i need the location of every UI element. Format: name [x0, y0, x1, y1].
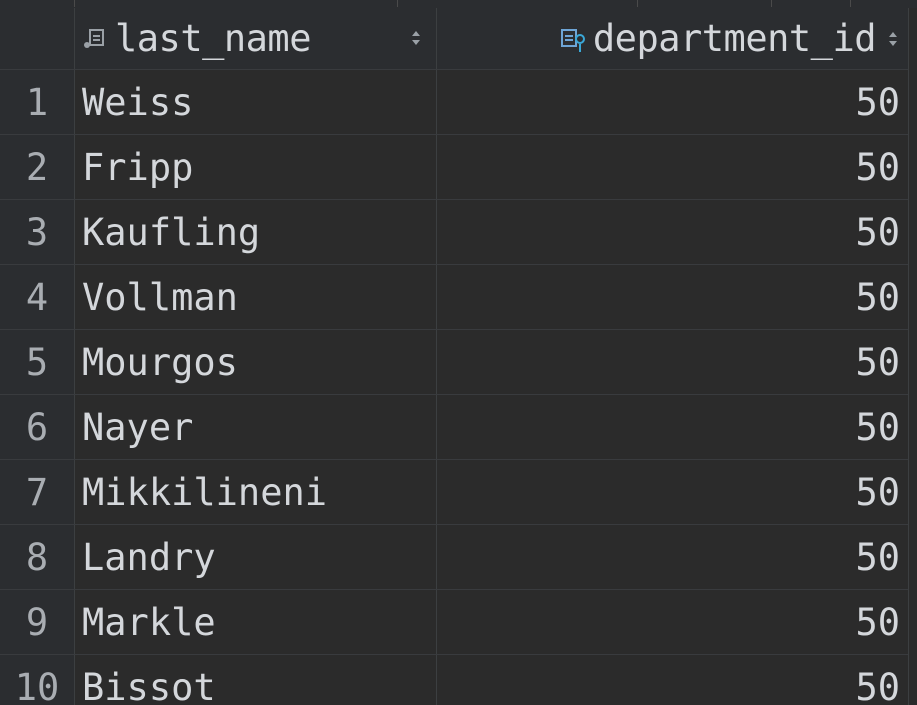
cell-last-name[interactable]: Markle	[74, 590, 436, 654]
cell-department-id[interactable]: 50	[436, 395, 908, 459]
row-number-header[interactable]	[0, 8, 74, 69]
cell-department-id[interactable]: 50	[436, 525, 908, 589]
result-grid: last_name department_id 1 Weiss 50 2 Fri…	[0, 0, 917, 705]
table-row[interactable]: 8 Landry 50	[0, 525, 917, 590]
cell-last-name[interactable]: Mikkilineni	[74, 460, 436, 524]
row-number[interactable]: 8	[0, 525, 74, 589]
grid-right-edge	[908, 8, 917, 705]
table-row[interactable]: 3 Kaufling 50	[0, 200, 917, 265]
column-divider	[397, 0, 398, 7]
cell-department-id[interactable]: 50	[436, 330, 908, 394]
cell-department-id[interactable]: 50	[436, 135, 908, 199]
row-number[interactable]: 5	[0, 330, 74, 394]
column-header-department-id[interactable]: department_id	[436, 8, 908, 69]
cell-department-id[interactable]: 50	[436, 200, 908, 264]
cell-last-name[interactable]: Bissot	[74, 655, 436, 705]
table-row[interactable]: 6 Nayer 50	[0, 395, 917, 460]
cell-department-id[interactable]: 50	[436, 70, 908, 134]
table-row[interactable]: 5 Mourgos 50	[0, 330, 917, 395]
row-number[interactable]: 9	[0, 590, 74, 654]
cell-last-name[interactable]: Nayer	[74, 395, 436, 459]
cell-last-name[interactable]: Landry	[74, 525, 436, 589]
column-divider	[637, 0, 638, 7]
row-number[interactable]: 1	[0, 70, 74, 134]
cell-last-name[interactable]: Kaufling	[74, 200, 436, 264]
cell-department-id[interactable]: 50	[436, 655, 908, 705]
table-row[interactable]: 2 Fripp 50	[0, 135, 917, 200]
row-number[interactable]: 2	[0, 135, 74, 199]
column-header-row: last_name department_id	[0, 8, 917, 70]
cell-department-id[interactable]: 50	[436, 265, 908, 329]
column-divider	[74, 0, 75, 7]
row-number[interactable]: 7	[0, 460, 74, 524]
cell-department-id[interactable]: 50	[436, 590, 908, 654]
row-number[interactable]: 4	[0, 265, 74, 329]
table-row[interactable]: 10 Bissot 50	[0, 655, 917, 705]
column-header-label: department_id	[592, 17, 877, 60]
key-column-icon	[559, 27, 589, 52]
cell-last-name[interactable]: Vollman	[74, 265, 436, 329]
column-icon	[81, 27, 109, 51]
row-number[interactable]: 6	[0, 395, 74, 459]
row-number[interactable]: 10	[0, 655, 74, 705]
sort-icon[interactable]	[888, 31, 898, 47]
sort-icon[interactable]	[411, 30, 421, 46]
cell-last-name[interactable]: Mourgos	[74, 330, 436, 394]
cell-last-name[interactable]: Fripp	[74, 135, 436, 199]
table-row[interactable]: 1 Weiss 50	[0, 70, 917, 135]
cell-department-id[interactable]: 50	[436, 460, 908, 524]
cell-last-name[interactable]: Weiss	[74, 70, 436, 134]
column-header-label: last_name	[115, 17, 311, 60]
table-row[interactable]: 7 Mikkilineni 50	[0, 460, 917, 525]
table-row[interactable]: 9 Markle 50	[0, 590, 917, 655]
column-divider	[771, 0, 772, 7]
column-header-last-name[interactable]: last_name	[74, 8, 436, 69]
column-divider	[850, 0, 851, 7]
table-row[interactable]: 4 Vollman 50	[0, 265, 917, 330]
row-number[interactable]: 3	[0, 200, 74, 264]
table-body: 1 Weiss 50 2 Fripp 50 3 Kaufling 50 4 Vo…	[0, 70, 917, 705]
